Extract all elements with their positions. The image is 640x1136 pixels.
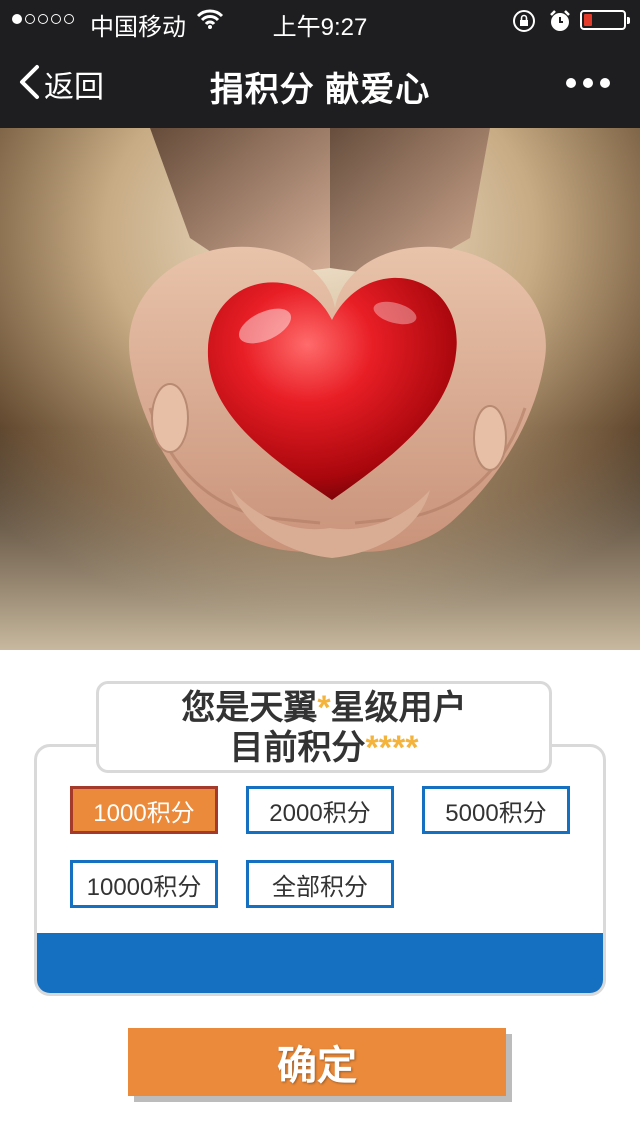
- option-2000-button[interactable]: 2000积分: [246, 786, 394, 834]
- option-all-button[interactable]: 全部积分: [246, 860, 394, 908]
- more-icon[interactable]: [566, 78, 610, 88]
- card-footer-bar: [37, 933, 603, 993]
- heart-in-hands-image: [0, 128, 640, 650]
- option-5000-button[interactable]: 5000积分: [422, 786, 570, 834]
- current-points-line: 目前积分****: [99, 728, 549, 768]
- confirm-button[interactable]: 确定: [128, 1028, 506, 1096]
- star-level-mask: *: [317, 689, 331, 727]
- option-1000-button[interactable]: 1000积分: [70, 786, 218, 834]
- nav-bar: 返回 捐积分 献爱心: [0, 40, 640, 128]
- status-bar: 中国移动 上午9:27: [0, 0, 640, 41]
- points-mask: ****: [365, 729, 419, 767]
- user-level-suffix: 星级用户: [330, 689, 467, 727]
- alarm-icon: [548, 9, 572, 38]
- user-level-line: 您是天翼*星级用户: [99, 688, 549, 728]
- current-points-label: 目前积分: [229, 729, 366, 767]
- option-10000-button[interactable]: 10000积分: [70, 860, 218, 908]
- user-info-box: 您是天翼*星级用户 目前积分****: [96, 681, 552, 773]
- user-level-prefix: 您是天翼: [181, 689, 318, 727]
- status-time: 上午9:27: [272, 14, 368, 41]
- battery-icon: [580, 10, 630, 30]
- rotation-lock-icon: [512, 9, 536, 38]
- page-title: 捐积分 献爱心: [209, 71, 431, 109]
